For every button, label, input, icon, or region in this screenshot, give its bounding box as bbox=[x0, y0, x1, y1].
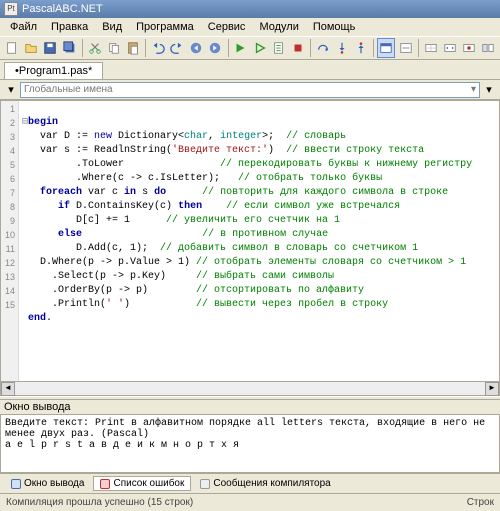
new-file-icon[interactable] bbox=[3, 38, 21, 58]
output-body[interactable]: Введите текст: Print в алфавитном порядк… bbox=[0, 415, 500, 473]
menu-edit[interactable]: Правка bbox=[45, 20, 94, 34]
line-number: 12 bbox=[1, 256, 15, 270]
compile-icon[interactable] bbox=[270, 38, 288, 58]
app-title: PascalABC.NET bbox=[22, 3, 103, 15]
horizontal-scrollbar[interactable]: ◄ ► bbox=[1, 381, 499, 395]
statusbar: Компиляция прошла успешно (15 строк) Стр… bbox=[0, 493, 500, 511]
line-number: 5 bbox=[1, 158, 15, 172]
save-icon[interactable] bbox=[41, 38, 59, 58]
line-number: 13 bbox=[1, 270, 15, 284]
menu-service[interactable]: Сервис bbox=[202, 20, 252, 34]
line-gutter: 1 2 3 4 5 6 7 8 9 10 11 12 13 14 15 bbox=[1, 101, 19, 395]
tab-error-list[interactable]: Список ошибок bbox=[93, 476, 191, 491]
line-number: 2 bbox=[1, 116, 15, 130]
separator bbox=[228, 39, 229, 57]
bottom-tabbar: Окно вывода Список ошибок Сообщения комп… bbox=[0, 473, 500, 493]
line-number: 15 bbox=[1, 298, 15, 312]
tab-label: Список ошибок bbox=[113, 478, 184, 489]
menu-program[interactable]: Программа bbox=[130, 20, 200, 34]
separator bbox=[145, 39, 146, 57]
nav-forward-icon[interactable] bbox=[206, 38, 224, 58]
tab-compiler-messages[interactable]: Сообщения компилятора bbox=[193, 476, 337, 491]
separator bbox=[310, 39, 311, 57]
line-number: 10 bbox=[1, 228, 15, 242]
tabbar: •Program1.pas* bbox=[0, 60, 500, 80]
step-into-icon[interactable] bbox=[333, 38, 351, 58]
separator bbox=[373, 39, 374, 57]
scroll-right-icon[interactable]: ► bbox=[485, 382, 499, 396]
cut-icon[interactable] bbox=[86, 38, 104, 58]
output-window-icon bbox=[11, 479, 21, 489]
run-no-debug-icon[interactable] bbox=[251, 38, 269, 58]
undo-icon[interactable] bbox=[149, 38, 167, 58]
run-icon[interactable] bbox=[231, 38, 249, 58]
scroll-track[interactable] bbox=[15, 382, 485, 395]
nav-dropdown-icon[interactable]: ▾ bbox=[2, 81, 20, 99]
redo-icon[interactable] bbox=[168, 38, 186, 58]
nav-right-dropdown-icon[interactable]: ▾ bbox=[480, 81, 498, 99]
separator bbox=[82, 39, 83, 57]
error-list-icon bbox=[100, 479, 110, 489]
immediate-window-icon[interactable] bbox=[396, 38, 414, 58]
line-number: 14 bbox=[1, 284, 15, 298]
compiler-messages-icon bbox=[200, 479, 210, 489]
line-number: 7 bbox=[1, 186, 15, 200]
scope-selector[interactable]: Глобальные имена ▾ bbox=[20, 82, 480, 98]
file-tab[interactable]: •Program1.pas* bbox=[4, 62, 103, 79]
scroll-left-icon[interactable]: ◄ bbox=[1, 382, 15, 396]
tab-output-window[interactable]: Окно вывода bbox=[4, 476, 91, 491]
titlebar: Pt PascalABC.NET bbox=[0, 0, 500, 18]
separator bbox=[418, 39, 419, 57]
toolbar bbox=[0, 36, 500, 60]
line-number: 4 bbox=[1, 144, 15, 158]
line-number: 9 bbox=[1, 214, 15, 228]
menu-modules[interactable]: Модули bbox=[253, 20, 304, 34]
locals-icon[interactable] bbox=[441, 38, 459, 58]
save-all-icon[interactable] bbox=[60, 38, 78, 58]
line-number: 6 bbox=[1, 172, 15, 186]
line-number: 8 bbox=[1, 200, 15, 214]
menu-file[interactable]: Файл bbox=[4, 20, 43, 34]
line-number: 1 bbox=[1, 102, 15, 116]
code-editor[interactable]: 1 2 3 4 5 6 7 8 9 10 11 12 13 14 15 ⊟beg… bbox=[0, 100, 500, 396]
watch-icon[interactable] bbox=[421, 38, 439, 58]
tab-label: Сообщения компилятора bbox=[213, 478, 330, 489]
status-message: Компиляция прошла успешно (15 строк) bbox=[6, 497, 193, 508]
output-window-icon[interactable] bbox=[377, 38, 395, 58]
nav-back-icon[interactable] bbox=[187, 38, 205, 58]
code-area[interactable]: ⊟begin var D := new Dictionary<char, int… bbox=[19, 101, 499, 395]
output-title: Окно вывода bbox=[0, 400, 500, 415]
copy-icon[interactable] bbox=[105, 38, 123, 58]
status-right: Строк bbox=[467, 497, 494, 508]
app-icon: Pt bbox=[4, 2, 18, 16]
stop-icon[interactable] bbox=[289, 38, 307, 58]
line-number: 3 bbox=[1, 130, 15, 144]
tab-label: Окно вывода bbox=[24, 478, 84, 489]
menubar: Файл Правка Вид Программа Сервис Модули … bbox=[0, 18, 500, 36]
menu-help[interactable]: Помощь bbox=[307, 20, 362, 34]
navbar: ▾ Глобальные имена ▾ ▾ bbox=[0, 80, 500, 100]
scope-label: Глобальные имена bbox=[24, 84, 113, 95]
open-file-icon[interactable] bbox=[22, 38, 40, 58]
line-number: 11 bbox=[1, 242, 15, 256]
chevron-down-icon: ▾ bbox=[471, 84, 476, 95]
paste-icon[interactable] bbox=[124, 38, 142, 58]
step-out-icon[interactable] bbox=[352, 38, 370, 58]
breakpoints-icon[interactable] bbox=[460, 38, 478, 58]
view-icon[interactable] bbox=[479, 38, 497, 58]
menu-view[interactable]: Вид bbox=[96, 20, 128, 34]
step-over-icon[interactable] bbox=[314, 38, 332, 58]
